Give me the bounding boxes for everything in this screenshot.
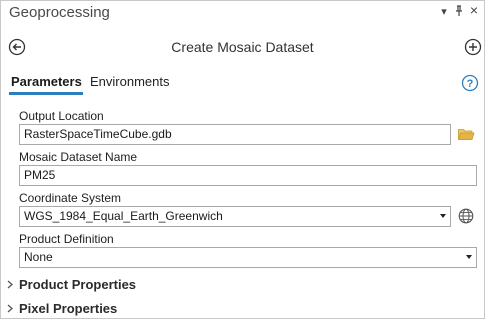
tab-parameters[interactable]: Parameters — [11, 74, 82, 89]
tab-environments[interactable]: Environments — [90, 74, 169, 89]
product-definition-dropdown[interactable]: None — [19, 247, 477, 268]
coordinate-system-value: WGS_1984_Equal_Earth_Greenwich — [24, 209, 223, 223]
close-icon[interactable]: × — [467, 3, 481, 17]
folder-icon[interactable] — [457, 125, 475, 143]
globe-icon[interactable] — [457, 207, 475, 225]
pane-menu-icon[interactable]: ▾ — [437, 5, 451, 19]
group-product-properties[interactable]: Product Properties — [7, 277, 136, 292]
mosaic-name-value: PM25 — [24, 168, 56, 182]
mosaic-name-field[interactable]: PM25 — [19, 165, 477, 186]
group-pixel-properties[interactable]: Pixel Properties — [7, 301, 117, 316]
pane-titlebar: Geoprocessing ▾ × — [1, 1, 484, 25]
output-location-field[interactable]: RasterSpaceTimeCube.gdb — [19, 124, 451, 145]
mosaic-name-label: Mosaic Dataset Name — [19, 150, 138, 164]
coordinate-system-dropdown[interactable]: WGS_1984_Equal_Earth_Greenwich — [19, 206, 451, 227]
coordinate-system-label: Coordinate System — [19, 191, 122, 205]
geoprocessing-pane: Geoprocessing ▾ × Create Mosaic Dataset … — [0, 0, 485, 319]
group-label: Pixel Properties — [19, 301, 118, 316]
help-icon[interactable]: ? — [461, 74, 479, 92]
add-icon[interactable] — [464, 38, 482, 56]
chevron-down-icon — [466, 255, 472, 259]
chevron-right-icon — [7, 304, 15, 316]
svg-text:?: ? — [467, 78, 474, 90]
active-tab-indicator — [9, 92, 83, 95]
output-location-value: RasterSpaceTimeCube.gdb — [24, 127, 172, 141]
group-label: Product Properties — [19, 277, 137, 292]
pin-icon[interactable] — [452, 5, 466, 19]
pane-title: Geoprocessing — [9, 4, 110, 21]
product-definition-label: Product Definition — [19, 232, 114, 246]
output-location-label: Output Location — [19, 109, 104, 123]
tool-title: Create Mosaic Dataset — [171, 39, 314, 55]
chevron-down-icon — [440, 214, 446, 218]
chevron-right-icon — [7, 280, 15, 292]
product-definition-value: None — [24, 250, 53, 264]
tab-bar: Parameters Environments ? — [1, 71, 484, 97]
tool-header: Create Mosaic Dataset — [1, 31, 484, 63]
